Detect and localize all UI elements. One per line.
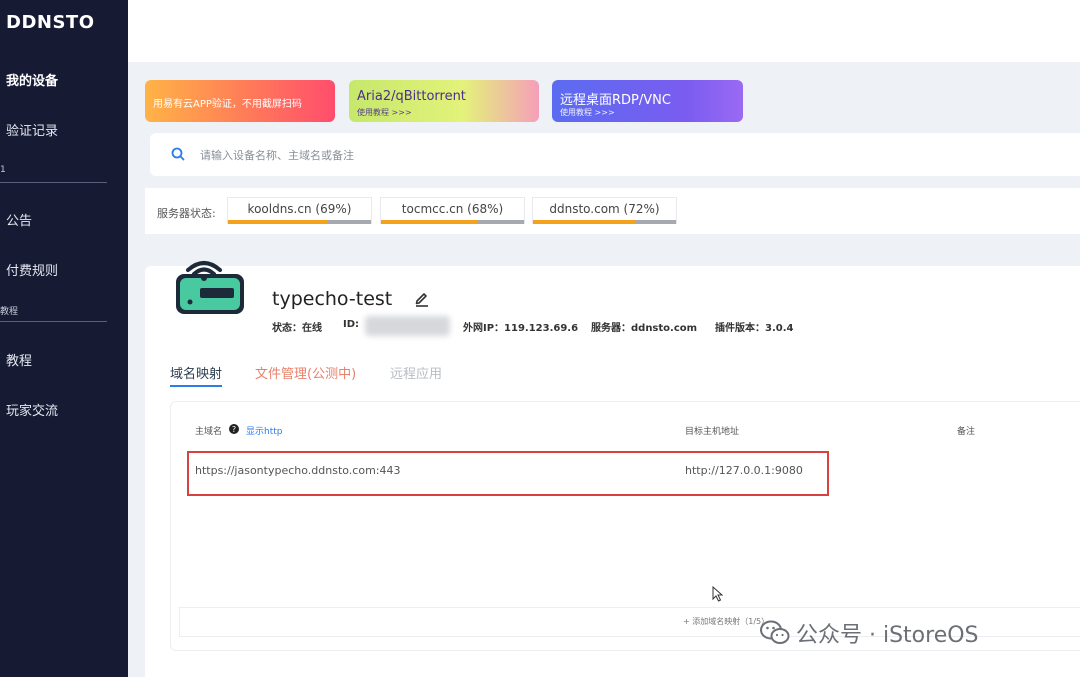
device-id-redacted <box>365 316 450 336</box>
device-server: 服务器：ddnsto.com <box>591 323 698 334</box>
banner-aria2[interactable]: Aria2/qBittorrent 使用教程 >>> <box>349 80 539 122</box>
mouse-cursor-icon <box>712 586 724 602</box>
server-status-ddnsto: ddnsto.com (72%) <box>532 197 677 224</box>
watermark-text: 公众号 · iStoreOS <box>796 623 979 648</box>
tab-active-indicator <box>170 385 222 387</box>
server-status-row: 服务器状态: kooldns.cn (69%) tocmcc.cn (68%) … <box>145 188 1080 234</box>
tab-remote-apps[interactable]: 远程应用 <box>390 363 442 382</box>
column-header-target: 目标主机地址 <box>685 427 740 437</box>
edit-icon[interactable] <box>413 289 431 307</box>
server-load-fill <box>381 220 479 224</box>
column-header-note: 备注 <box>957 427 976 437</box>
highlight-annotation <box>187 451 829 496</box>
banner-app-verify[interactable]: 用易有云APP验证，不用截屏扫码 <box>145 80 335 122</box>
server-status-text: kooldns.cn (69%) <box>247 202 352 216</box>
device-id-label: ID: <box>343 319 360 330</box>
server-status-text: ddnsto.com (72%) <box>549 202 660 216</box>
domain-mapping-table: 主域名 ? 显示http 目标主机地址 备注 https://jasontype… <box>170 401 1080 651</box>
sidebar-item-announcement[interactable]: 公告 <box>6 210 32 229</box>
server-status-kooldns: kooldns.cn (69%) <box>227 197 372 224</box>
wechat-logo-icon <box>760 620 790 644</box>
sidebar-group-label: 教程 <box>0 307 19 317</box>
search-bar <box>150 133 1080 176</box>
sidebar-divider <box>0 182 107 183</box>
sidebar-item-tutorial[interactable]: 教程 <box>6 350 32 369</box>
search-input[interactable] <box>200 145 800 165</box>
sidebar-item-pricing[interactable]: 付费规则 <box>6 260 58 279</box>
brand-logo[interactable]: DDNSTO <box>6 12 95 33</box>
device-status: 状态：在线 <box>272 323 322 334</box>
server-load-fill <box>228 220 327 224</box>
column-header-domain: 主域名 <box>195 427 223 437</box>
sidebar-item-community[interactable]: 玩家交流 <box>6 400 58 419</box>
banner-subtitle: 使用教程 >>> <box>357 108 412 117</box>
tab-file-management[interactable]: 文件管理(公测中) <box>255 363 356 382</box>
server-load-fill <box>533 220 636 224</box>
show-http-toggle[interactable]: 显示http <box>246 424 282 437</box>
banner-title: Aria2/qBittorrent <box>357 89 466 104</box>
banner-title: 远程桌面RDP/VNC <box>560 93 671 108</box>
device-plugin-version: 插件版本：3.0.4 <box>715 323 794 334</box>
banner-remote-desktop[interactable]: 远程桌面RDP/VNC 使用教程 >>> <box>552 80 743 122</box>
svg-text:?: ? <box>232 425 236 434</box>
server-status-tocmcc: tocmcc.cn (68%) <box>380 197 525 224</box>
sidebar-divider <box>0 321 107 322</box>
add-domain-mapping-label: + 添加域名映射（1/5） <box>683 617 770 626</box>
search-icon <box>171 147 185 161</box>
sidebar-item-my-devices[interactable]: 我的设备 <box>6 70 58 89</box>
help-icon[interactable]: ? <box>229 424 239 434</box>
server-status-text: tocmcc.cn (68%) <box>401 202 504 216</box>
banner-title: 用易有云APP验证，不用截屏扫码 <box>153 99 302 110</box>
server-status-label: 服务器状态: <box>157 207 216 220</box>
server-load-bar <box>381 220 524 224</box>
device-public-ip: 外网IP：119.123.69.6 <box>463 323 579 334</box>
router-icon <box>176 261 244 314</box>
sidebar-item-verify-records[interactable]: 验证记录 <box>6 120 58 139</box>
sidebar-group-label: 1 <box>0 165 6 175</box>
server-load-bar <box>228 220 371 224</box>
server-load-bar <box>533 220 676 224</box>
top-bar <box>128 0 1080 62</box>
banner-subtitle: 使用教程 >>> <box>560 108 615 117</box>
tab-domain-mapping[interactable]: 域名映射 <box>170 363 222 382</box>
sidebar: DDNSTO 我的设备 验证记录 1 公告 付费规则 教程 教程 玩家交流 <box>0 0 128 677</box>
device-card: typecho-test 状态：在线 ID: 外网IP：119.123.69.6… <box>145 261 1080 677</box>
device-name: typecho-test <box>272 288 393 310</box>
